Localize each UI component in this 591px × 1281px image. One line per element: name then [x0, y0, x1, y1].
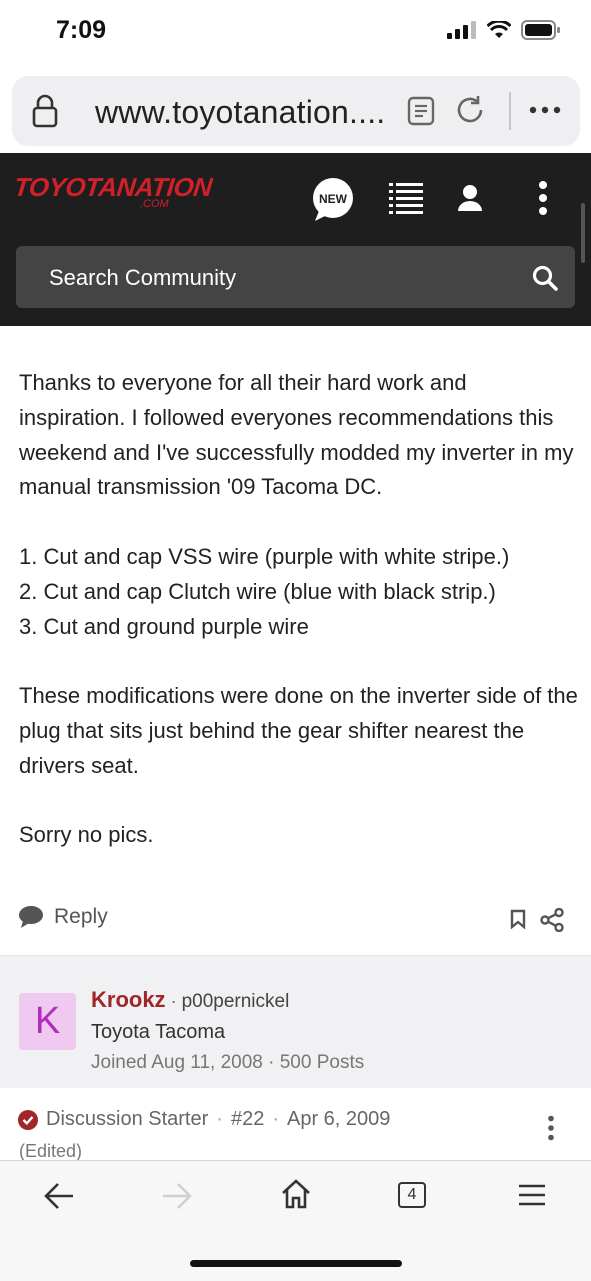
post-paragraph: These modifications were done on the inv… — [19, 683, 578, 778]
post-body: Thanks to everyone for all their hard wo… — [19, 366, 579, 888]
check-badge-icon — [18, 1109, 38, 1130]
post-number[interactable]: #22 — [231, 1108, 264, 1131]
post-paragraph: Thanks to everyone for all their hard wo… — [19, 370, 574, 500]
post-options-icon[interactable] — [547, 1115, 555, 1141]
scrollbar[interactable] — [581, 203, 585, 263]
list-icon[interactable] — [389, 182, 423, 214]
reply-label: Reply — [54, 905, 108, 928]
post-meta: Discussion Starter · #22 · Apr 6, 2009 — [18, 1108, 390, 1131]
more-horizontal-icon[interactable] — [529, 106, 561, 114]
tabs-button[interactable]: 4 — [398, 1182, 426, 1208]
search-placeholder: Search Community — [49, 265, 237, 290]
more-vertical-icon[interactable] — [538, 180, 548, 216]
signal-icon — [447, 21, 476, 39]
lock-icon — [32, 94, 58, 128]
site-logo[interactable]: TOYOTANATION — [12, 172, 213, 203]
discussion-starter-badge: Discussion Starter — [46, 1108, 209, 1130]
user-icon[interactable] — [457, 184, 483, 212]
post-paragraph: Sorry no pics. — [19, 822, 154, 848]
status-time: 7:09 — [56, 16, 107, 44]
author-vehicle: Toyota Tacoma — [91, 1021, 226, 1043]
author-line: Krookz · p00pernickel — [91, 987, 290, 1012]
edited-label: (Edited) — [19, 1141, 83, 1161]
menu-icon[interactable] — [518, 1183, 546, 1207]
comment-icon — [19, 906, 43, 928]
status-icons — [447, 20, 561, 40]
url-divider — [509, 92, 511, 130]
reply-button[interactable]: Reply — [18, 905, 108, 929]
url-text[interactable]: www.toyotanation.... — [95, 94, 385, 131]
new-posts-button[interactable]: NEW — [311, 177, 353, 221]
wifi-icon — [487, 21, 511, 38]
home-indicator[interactable] — [190, 1260, 402, 1267]
reader-icon[interactable] — [407, 96, 435, 126]
author-name[interactable]: Krookz — [91, 987, 166, 1012]
author-joined: Joined Aug 11, 2008 · 500 Posts — [91, 1052, 365, 1073]
site-logo-sub: .COM — [140, 198, 169, 210]
post-paragraph: 1. Cut and cap VSS wire (purple with whi… — [19, 543, 510, 639]
home-icon[interactable] — [280, 1178, 312, 1210]
bookmark-icon[interactable] — [510, 909, 526, 929]
forward-arrow-icon[interactable] — [162, 1182, 192, 1210]
back-arrow-icon[interactable] — [44, 1182, 74, 1210]
author-username[interactable]: p00pernickel — [182, 991, 290, 1012]
reload-icon[interactable] — [454, 94, 486, 126]
share-icon[interactable] — [540, 908, 564, 932]
post-date: Apr 6, 2009 — [287, 1108, 391, 1130]
battery-icon — [521, 20, 560, 40]
search-icon[interactable] — [532, 265, 558, 291]
avatar[interactable]: K — [19, 993, 76, 1050]
new-badge-label: NEW — [319, 192, 347, 206]
